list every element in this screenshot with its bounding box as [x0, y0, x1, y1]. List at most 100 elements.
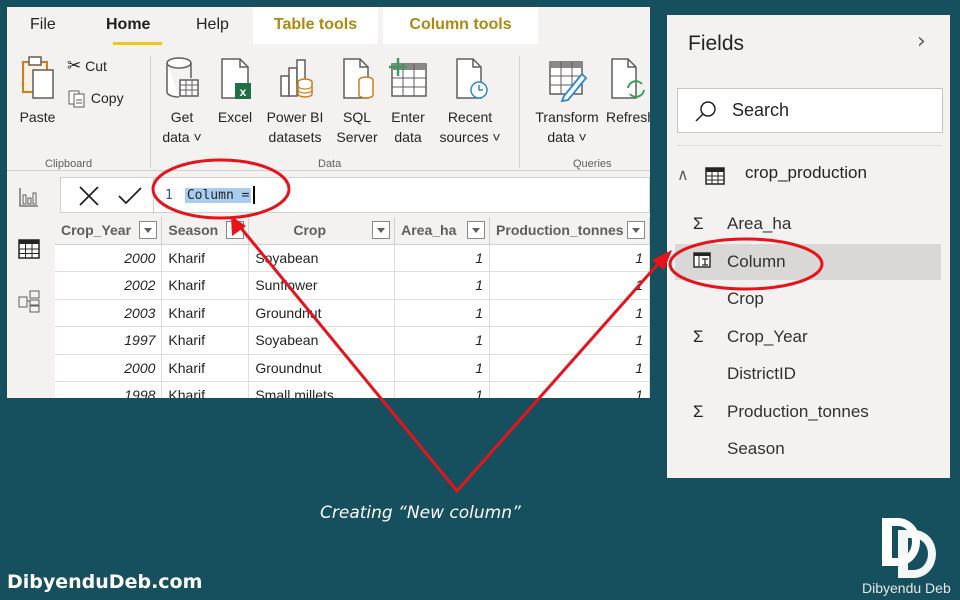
sql-server-icon — [343, 58, 374, 99]
tab-column-tools[interactable]: Column tools — [383, 7, 538, 44]
data-view-icon — [18, 239, 40, 259]
recent-sources-button[interactable]: Recent sources ˅ — [435, 56, 505, 147]
sql-label-2: Server — [336, 129, 378, 145]
powerbi-window: File Home Help Table tools Column tools … — [7, 7, 650, 398]
table-row: 2003 Kharif Groundnut 1 1 — [55, 299, 650, 327]
table-row: 2000 Kharif Soyabean 1 1 — [55, 244, 650, 272]
table-cell[interactable]: 1 — [489, 381, 650, 398]
table-cell[interactable]: 1 — [489, 299, 650, 327]
copy-button[interactable]: Copy — [67, 88, 124, 109]
cut-button[interactable]: ✂ Cut — [67, 56, 107, 76]
transform-label-1: Transform — [535, 109, 599, 125]
table-cell[interactable]: Kharif — [161, 244, 250, 272]
field-item-crop-year[interactable]: Σ Crop_Year — [675, 319, 941, 355]
search-icon — [695, 101, 716, 122]
model-view-button[interactable] — [17, 289, 41, 313]
table-cell[interactable]: 1 — [394, 326, 491, 355]
filter-dropdown-icon[interactable] — [139, 221, 158, 239]
table-cell[interactable]: Sunflower — [248, 271, 396, 300]
table-cell[interactable]: Groundnut — [248, 354, 396, 382]
paste-label: Paste — [19, 109, 56, 125]
column-header-season[interactable]: Season — [161, 217, 250, 245]
field-item-season[interactable]: Season — [675, 431, 941, 467]
field-item-column[interactable]: Column — [675, 243, 941, 280]
powerbi-datasets-button[interactable]: Power BI datasets — [262, 56, 328, 147]
table-cell[interactable]: 1 — [394, 354, 491, 382]
sigma-icon: Σ — [693, 401, 704, 421]
table-cell[interactable]: 1 — [489, 354, 650, 382]
table-cell[interactable]: Soyabean — [248, 244, 396, 272]
field-name: Crop — [727, 289, 764, 308]
filter-dropdown-icon[interactable] — [372, 221, 391, 239]
transform-data-button[interactable]: Transform data ˅ — [531, 56, 603, 147]
cancel-formula-button[interactable] — [77, 184, 101, 212]
transform-label-2: data ˅ — [547, 129, 587, 145]
table-cell[interactable]: 1 — [394, 244, 491, 272]
chevron-up-icon[interactable]: ∧ — [677, 165, 689, 185]
header-label: Area_ha — [401, 222, 457, 239]
table-cell[interactable]: 1 — [394, 299, 491, 327]
field-name: Production_tonnes — [727, 401, 869, 421]
data-group-label: Data — [318, 158, 342, 170]
field-item-crop[interactable]: Crop — [675, 281, 941, 317]
fields-search-input[interactable]: Search — [677, 88, 943, 133]
paste-button[interactable]: Paste — [15, 54, 60, 127]
table-cell[interactable]: Kharif — [161, 326, 250, 355]
table-cell[interactable]: Kharif — [161, 381, 250, 398]
field-item-production-tonnes[interactable]: Σ Production_tonnes — [675, 394, 941, 430]
table-cell[interactable]: 2003 — [55, 299, 163, 327]
copy-icon — [68, 90, 85, 108]
table-cell[interactable]: 1 — [394, 381, 491, 398]
data-table: Crop_Year Season Crop Area_ha Production… — [55, 217, 650, 398]
column-header-crop-year[interactable]: Crop_Year — [55, 217, 163, 245]
close-icon — [79, 186, 99, 206]
check-icon — [118, 187, 142, 205]
tab-file[interactable]: File — [30, 16, 56, 34]
enter-data-button[interactable]: Enter data — [387, 56, 429, 147]
tab-help[interactable]: Help — [196, 16, 229, 34]
field-name: Season — [727, 439, 785, 458]
table-cell[interactable]: Kharif — [161, 354, 250, 382]
commit-formula-button[interactable] — [117, 184, 143, 212]
table-cell[interactable]: Kharif — [161, 299, 250, 327]
header-label: Crop_Year — [61, 222, 132, 239]
table-cell[interactable]: Kharif — [161, 271, 250, 300]
tab-table-tools[interactable]: Table tools — [253, 7, 378, 44]
table-cell[interactable]: 2002 — [55, 271, 163, 300]
get-data-button[interactable]: Get data ˅ — [157, 56, 207, 147]
table-cell[interactable]: 2000 — [55, 354, 163, 382]
logo-text: Dibyendu Deb — [862, 580, 951, 596]
collapse-pane-button[interactable]: › — [917, 29, 926, 54]
report-view-button[interactable] — [17, 185, 41, 209]
line-number: 1 — [165, 187, 173, 203]
column-header-production-tonnes[interactable]: Production_tonnes — [489, 217, 650, 245]
recent-label-2: sources ˅ — [439, 129, 501, 145]
formula-input[interactable]: 1 Column = — [165, 186, 256, 204]
header-label: Production_tonnes — [496, 222, 624, 239]
table-cell[interactable]: 2000 — [55, 244, 163, 272]
table-row: 1997 Kharif Soyabean 1 1 — [55, 326, 650, 355]
group-divider — [519, 56, 520, 168]
field-item-area-ha[interactable]: Σ Area_ha — [675, 206, 941, 242]
excel-button[interactable]: x Excel — [214, 56, 256, 127]
data-view-button[interactable] — [17, 237, 41, 261]
table-cell[interactable]: 1997 — [55, 326, 163, 355]
sql-server-button[interactable]: SQL Server — [334, 56, 380, 147]
view-switcher — [7, 172, 55, 398]
table-cell[interactable]: 1 — [394, 271, 491, 300]
field-item-districtid[interactable]: DistrictID — [675, 356, 941, 392]
table-cell[interactable]: Small millets — [248, 381, 396, 398]
refresh-button[interactable]: Refresh — [606, 56, 650, 127]
table-cell[interactable]: 1 — [489, 244, 650, 272]
filter-dropdown-icon[interactable] — [627, 221, 645, 239]
table-cell[interactable]: 1998 — [55, 381, 163, 398]
table-cell[interactable]: 1 — [489, 271, 650, 300]
table-cell[interactable]: Soyabean — [248, 326, 396, 355]
filter-dropdown-icon[interactable] — [226, 221, 245, 239]
column-header-area-ha[interactable]: Area_ha — [394, 217, 491, 245]
tab-home[interactable]: Home — [106, 16, 150, 34]
table-cell[interactable]: Groundnut — [248, 299, 396, 327]
filter-dropdown-icon[interactable] — [467, 221, 486, 239]
table-cell[interactable]: 1 — [489, 326, 650, 355]
column-header-crop[interactable]: Crop — [248, 217, 396, 245]
